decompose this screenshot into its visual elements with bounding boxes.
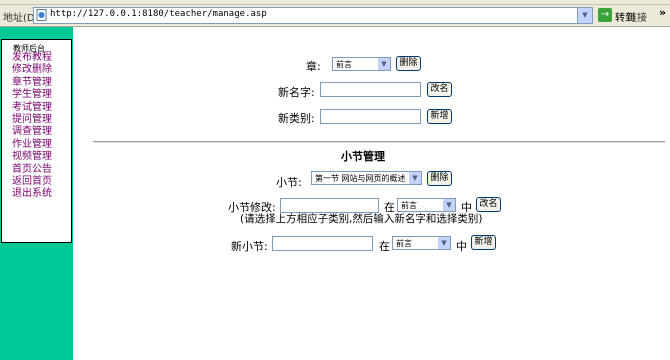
sidebar-item-edit-delete[interactable]: 修改删除 — [2, 64, 52, 76]
chapter-rename-button[interactable]: 改名 — [427, 82, 452, 97]
chapter-select-value: 前言 — [336, 60, 352, 69]
new-category-input[interactable] — [320, 109, 421, 124]
chevron-down-icon: ▼ — [378, 58, 390, 70]
chapter-select[interactable]: 前言 ▼ — [332, 57, 391, 71]
page-icon — [36, 9, 47, 21]
divider — [93, 141, 665, 143]
sidebar-item-home-notice[interactable]: 首页公告 — [2, 164, 52, 176]
address-dropdown-icon[interactable]: ▼ — [577, 8, 592, 23]
sidebar-item-video-manage[interactable]: 视频管理 — [2, 151, 52, 163]
new-section-in-label: 在 — [379, 240, 390, 253]
new-name-input[interactable] — [320, 82, 421, 97]
section-rename-button[interactable]: 改名 — [476, 197, 501, 212]
new-section-input[interactable] — [272, 236, 373, 251]
address-url: http://127.0.0.1:8180/teacher/manage.asp — [50, 9, 267, 19]
sidebar-item-chapter-manage[interactable]: 章节管理 — [2, 77, 52, 89]
sidebar-menu-list: 发布教程 修改删除 章节管理 学生管理 考试管理 提问管理 调查管理 作业管理 … — [2, 52, 52, 201]
chevron-down-icon: ▼ — [438, 237, 450, 249]
new-section-label: 新小节: — [231, 240, 268, 253]
new-name-label: 新名字: — [278, 86, 315, 99]
section-delete-button[interactable]: 删除 — [427, 171, 452, 186]
section-add-button[interactable]: 新增 — [471, 235, 496, 250]
sidebar-item-publish-tutorial[interactable]: 发布教程 — [2, 52, 52, 64]
sidebar-menu: 教师后台 发布教程 修改删除 章节管理 学生管理 考试管理 提问管理 调查管理 … — [1, 39, 72, 243]
new-category-label: 新类别: — [278, 112, 315, 125]
new-section-mid-label: 中 — [456, 240, 467, 253]
chevron-down-icon: ▼ — [443, 199, 455, 211]
sidebar-item-homework-manage[interactable]: 作业管理 — [2, 139, 52, 151]
new-section-chapter-value: 前言 — [396, 239, 412, 248]
new-section-chapter-select[interactable]: 前言 ▼ — [392, 236, 451, 250]
sidebar-item-exam-manage[interactable]: 考试管理 — [2, 102, 52, 114]
section-modify-chapter-value: 前言 — [401, 201, 417, 210]
main-content: 章: 前言 ▼ 删除 新名字: 改名 新类别: 新增 小节管理 小节: 第一节 … — [73, 27, 670, 360]
chapter-delete-button[interactable]: 删除 — [396, 56, 421, 71]
section-label: 小节: — [276, 176, 302, 189]
sidebar-item-student-manage[interactable]: 学生管理 — [2, 89, 52, 101]
address-bar: 地址(D) http://127.0.0.1:8180/teacher/mana… — [0, 5, 670, 27]
chapter-add-button[interactable]: 新增 — [427, 109, 452, 124]
sidebar-item-logout[interactable]: 退出系统 — [2, 188, 52, 200]
address-input[interactable]: http://127.0.0.1:8180/teacher/manage.asp… — [33, 7, 593, 24]
links-more-icon[interactable]: » — [659, 6, 666, 19]
sidebar-item-back-home[interactable]: 返回首页 — [2, 176, 52, 188]
section-hint: (请选择上方相应子类别,然后输入新名字和选择类别) — [240, 213, 483, 225]
links-label[interactable]: 链接 — [627, 9, 647, 24]
section-select-value: 第一节 网站与网页的概述 — [315, 174, 406, 183]
chapter-label: 章: — [306, 60, 321, 73]
go-arrow-icon: → — [598, 8, 612, 22]
sidebar-item-question-manage[interactable]: 提问管理 — [2, 114, 52, 126]
section-modify-chapter-select[interactable]: 前言 ▼ — [397, 198, 456, 212]
section-title: 小节管理 — [341, 150, 385, 163]
section-select[interactable]: 第一节 网站与网页的概述 ▼ — [311, 171, 422, 185]
sidebar: 教师后台 发布教程 修改删除 章节管理 学生管理 考试管理 提问管理 调查管理 … — [0, 27, 73, 360]
sidebar-item-survey-manage[interactable]: 调查管理 — [2, 126, 52, 138]
chevron-down-icon: ▼ — [409, 172, 421, 184]
